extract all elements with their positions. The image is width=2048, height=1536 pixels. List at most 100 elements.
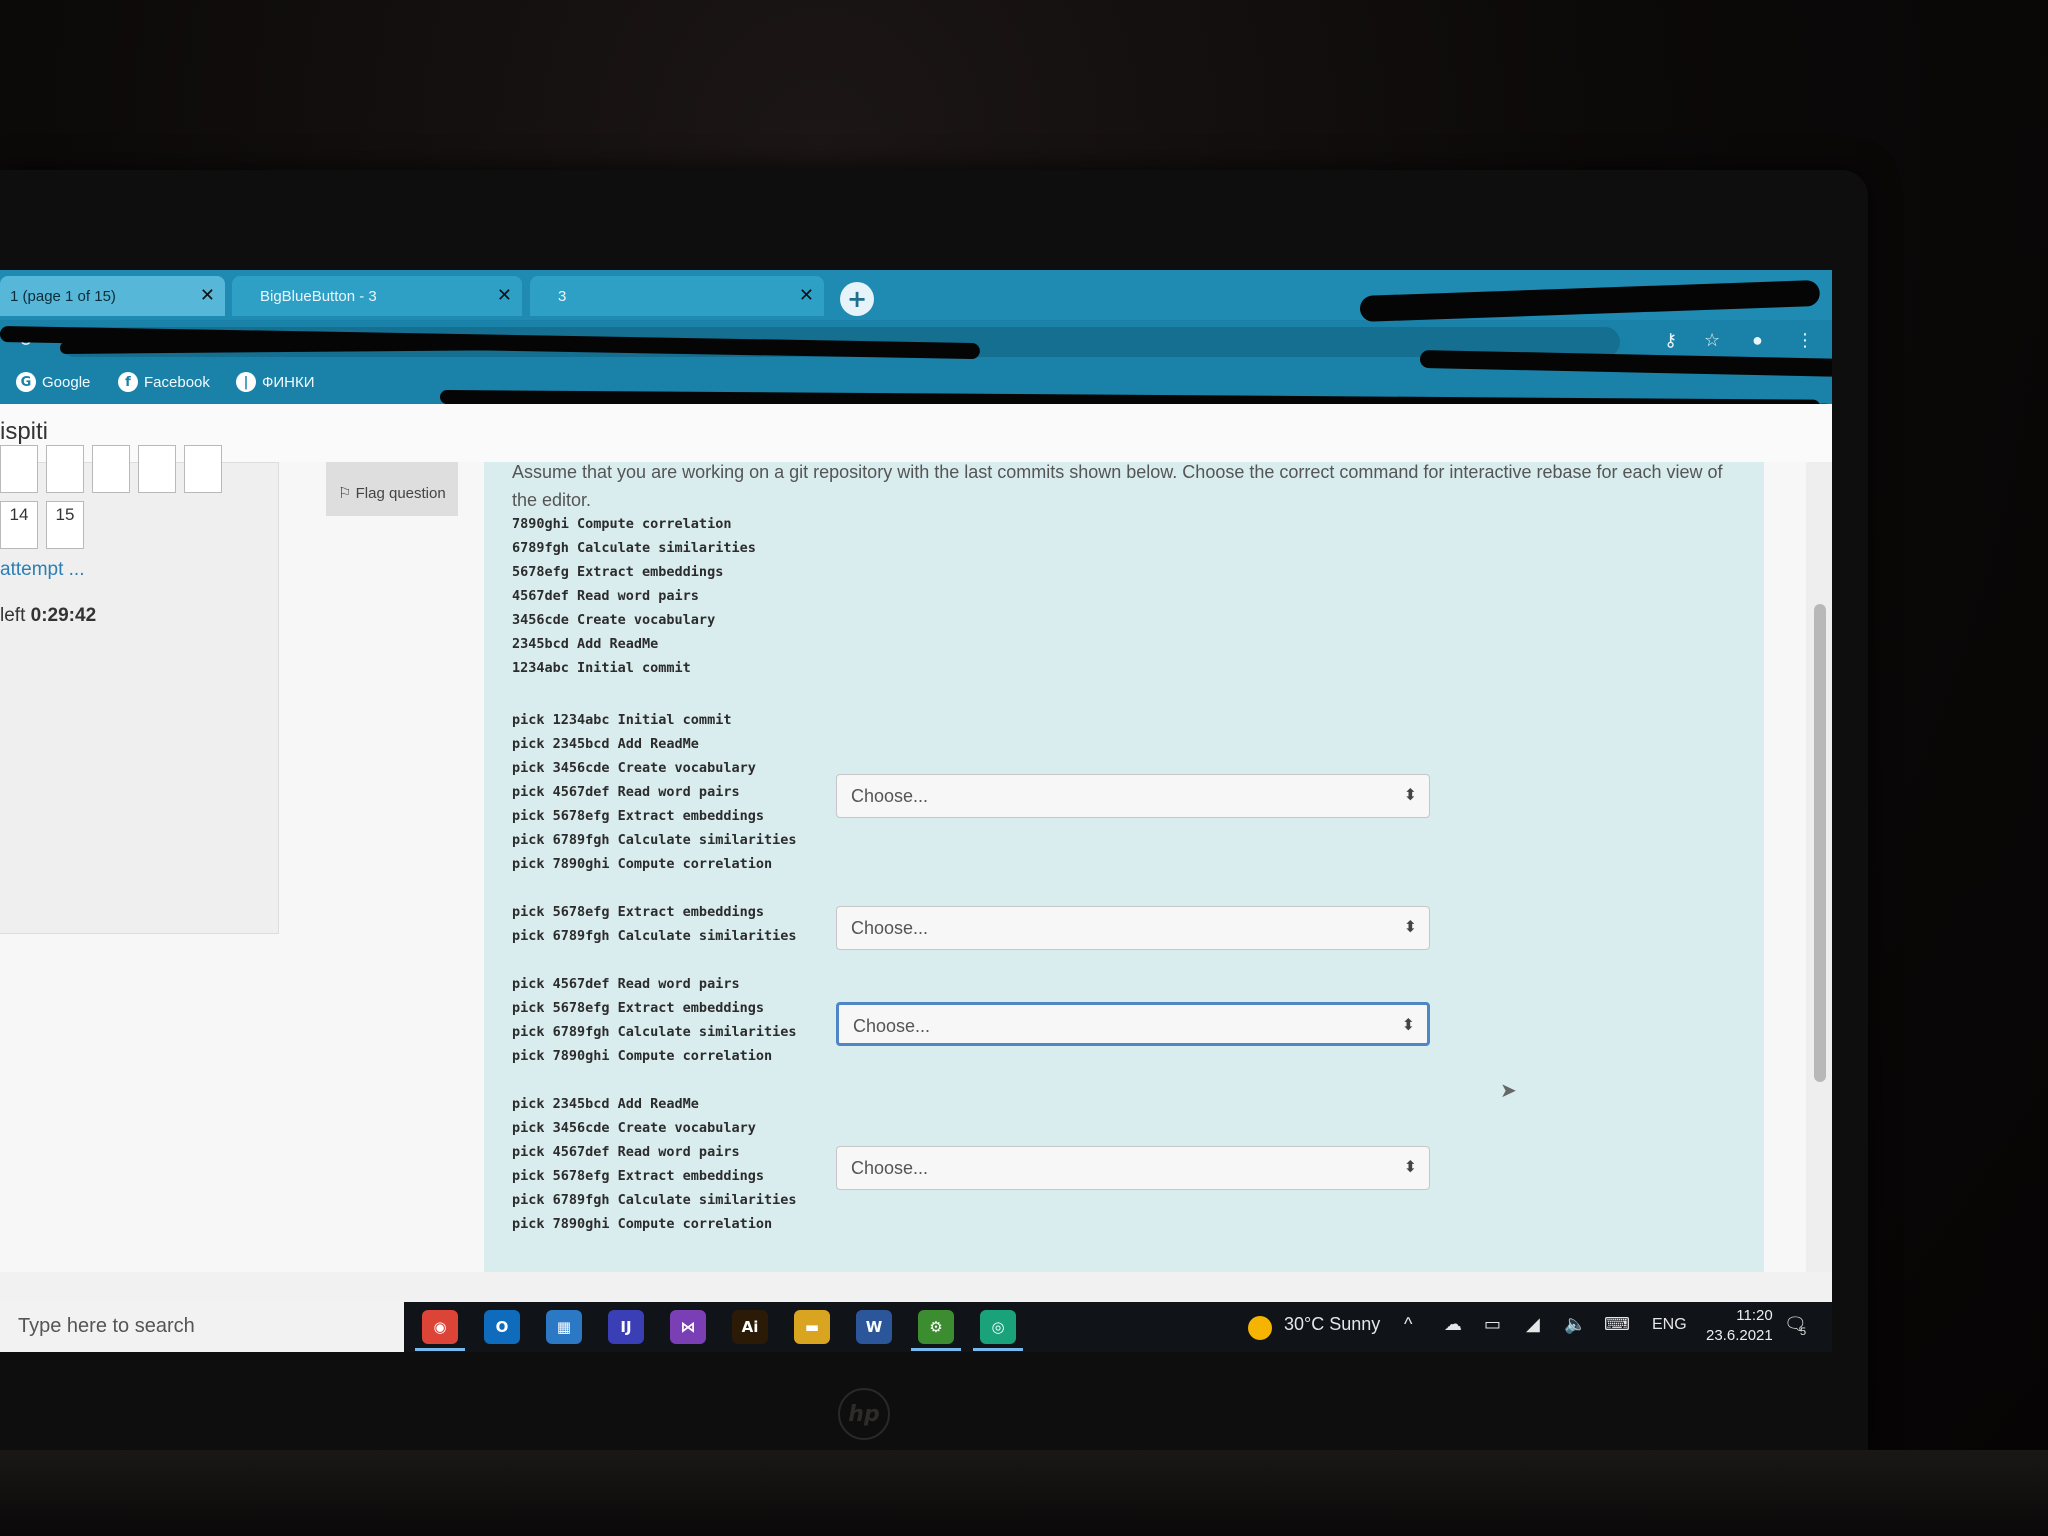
page-scrollbar[interactable] bbox=[1806, 462, 1832, 1272]
rebase-editor-line: pick 2345bcd Add ReadMe bbox=[512, 1096, 699, 1112]
weather-text[interactable]: 30°C Sunny bbox=[1284, 1314, 1380, 1335]
quiz-page: 14 15 attempt ... left 0:29:42 ⚐ Flag qu… bbox=[0, 445, 1832, 1272]
commit-log-line: 5678efg Extract embeddings bbox=[512, 564, 724, 580]
laptop-base bbox=[0, 1450, 2048, 1536]
site-title[interactable]: ispiti bbox=[0, 418, 48, 446]
rebase-command-select[interactable]: Choose... ⬍ bbox=[836, 1146, 1430, 1190]
keyboard-icon[interactable]: ⌨ bbox=[1604, 1314, 1630, 1335]
weather-sun-icon bbox=[1248, 1316, 1272, 1340]
question-box[interactable] bbox=[46, 445, 84, 493]
calendar-icon[interactable]: ▦ bbox=[546, 1310, 582, 1344]
question-box[interactable] bbox=[184, 445, 222, 493]
rebase-command-select[interactable]: Choose... ⬍ bbox=[836, 1002, 1430, 1046]
tab-label: 3 bbox=[558, 287, 567, 305]
rebase-editor-line: pick 7890ghi Compute correlation bbox=[512, 856, 773, 872]
question-box[interactable] bbox=[92, 445, 130, 493]
quiz-navigation: 14 15 attempt ... left 0:29:42 bbox=[0, 445, 279, 934]
rebase-editor-line: pick 7890ghi Compute correlation bbox=[512, 1048, 773, 1064]
close-icon[interactable]: ✕ bbox=[799, 285, 814, 306]
rebase-editor-line: pick 6789fgh Calculate similarities bbox=[512, 928, 797, 944]
mouse-cursor-icon: ➤ bbox=[1500, 1080, 1517, 1102]
bookmark-icon: | bbox=[236, 372, 256, 392]
tab-label: BigBlueButton - 3 bbox=[260, 287, 377, 305]
close-icon[interactable]: ✕ bbox=[497, 285, 512, 306]
rebase-editor-line: pick 4567def Read word pairs bbox=[512, 784, 740, 800]
android-studio-icon[interactable]: ⚙ bbox=[918, 1310, 954, 1344]
new-tab-button[interactable]: + bbox=[840, 282, 874, 316]
illustrator-icon[interactable]: Ai bbox=[732, 1310, 768, 1344]
timer-value: 0:29:42 bbox=[30, 605, 97, 626]
search-placeholder: Type here to search bbox=[18, 1315, 195, 1337]
rebase-editor-line: pick 6789fgh Calculate similarities bbox=[512, 832, 797, 848]
rebase-editor-line: pick 6789fgh Calculate similarities bbox=[512, 1024, 797, 1040]
rebase-editor-line: pick 1234abc Initial commit bbox=[512, 712, 732, 728]
windows-taskbar: Type here to search 30°C Sunny ^ ☁ ▭ ◢ 🔈… bbox=[0, 1302, 1832, 1352]
battery-icon[interactable]: ▭ bbox=[1484, 1314, 1501, 1335]
select-value: Choose... bbox=[851, 918, 929, 938]
chrome-alt-icon[interactable]: ◎ bbox=[980, 1310, 1016, 1344]
question-box[interactable] bbox=[0, 445, 38, 493]
select-arrows-icon: ⬍ bbox=[1403, 787, 1417, 804]
cloud-icon[interactable]: ☁ bbox=[1444, 1314, 1462, 1335]
tab-bigbluebutton[interactable]: BigBlueButton - 3 ✕ bbox=[232, 276, 522, 316]
rebase-editor-line: pick 5678efg Extract embeddings bbox=[512, 1168, 764, 1184]
clock-date: 23.6.2021 bbox=[1706, 1327, 1773, 1344]
question-text: Assume that you are working on a git rep… bbox=[512, 462, 1723, 510]
file-explorer-icon[interactable]: ▬ bbox=[794, 1310, 830, 1344]
taskbar-search[interactable]: Type here to search bbox=[0, 1302, 404, 1352]
flag-label: Flag question bbox=[355, 485, 446, 502]
flag-question-button[interactable]: ⚐ Flag question bbox=[338, 484, 446, 502]
scroll-thumb[interactable] bbox=[1814, 604, 1826, 1082]
bookmark-finki[interactable]: | ФИНКИ bbox=[236, 372, 315, 392]
select-value: Choose... bbox=[853, 1016, 931, 1036]
flag-icon: ⚐ bbox=[338, 485, 352, 502]
tab-quiz[interactable]: 1 (page 1 of 15) ✕ bbox=[0, 276, 225, 316]
rebase-editor-line: pick 3456cde Create vocabulary bbox=[512, 760, 756, 776]
site-header: ispiti bbox=[0, 404, 1832, 463]
chevron-up-icon[interactable]: ^ bbox=[1404, 1314, 1412, 1335]
close-icon[interactable]: ✕ bbox=[200, 285, 215, 306]
rebase-editor-line: pick 6789fgh Calculate similarities bbox=[512, 1192, 797, 1208]
wifi-icon[interactable]: ◢ bbox=[1526, 1314, 1540, 1335]
commit-log-line: 6789fgh Calculate similarities bbox=[512, 540, 756, 556]
bookmark-facebook[interactable]: f Facebook bbox=[118, 372, 210, 392]
tab-label: 1 (page 1 of 15) bbox=[10, 287, 116, 305]
bookmark-google[interactable]: G Google bbox=[16, 372, 90, 392]
key-icon[interactable]: ⚷ bbox=[1664, 330, 1677, 351]
commit-log-line: 2345bcd Add ReadMe bbox=[512, 636, 659, 652]
laptop-screen: 1 (page 1 of 15) ✕ BigBlueButton - 3 ✕ 3… bbox=[0, 270, 1832, 1352]
question-box[interactable] bbox=[138, 445, 176, 493]
volume-icon[interactable]: 🔈 bbox=[1564, 1314, 1586, 1335]
hp-logo-icon: hp bbox=[838, 1388, 890, 1440]
rebase-editor-line: pick 7890ghi Compute correlation bbox=[512, 1216, 773, 1232]
rebase-editor-line: pick 5678efg Extract embeddings bbox=[512, 808, 764, 824]
rebase-editor-line: pick 3456cde Create vocabulary bbox=[512, 1120, 756, 1136]
language-indicator[interactable]: ENG bbox=[1652, 1316, 1687, 1334]
word-icon[interactable]: W bbox=[856, 1310, 892, 1344]
rebase-command-select[interactable]: Choose... ⬍ bbox=[836, 906, 1430, 950]
tab-3[interactable]: 3 ✕ bbox=[530, 276, 824, 316]
intellij-icon[interactable]: IJ bbox=[608, 1310, 644, 1344]
rebase-editor-line: pick 4567def Read word pairs bbox=[512, 1144, 740, 1160]
profile-icon[interactable]: ● bbox=[1752, 330, 1763, 351]
finish-attempt-link[interactable]: attempt ... bbox=[0, 559, 84, 581]
chrome-icon[interactable]: ◉ bbox=[422, 1310, 458, 1344]
google-icon: G bbox=[16, 372, 36, 392]
question-box-15[interactable]: 15 bbox=[46, 501, 84, 549]
question-info: ⚐ Flag question bbox=[326, 462, 458, 516]
rebase-editor-line: pick 5678efg Extract embeddings bbox=[512, 904, 764, 920]
active-app-indicator bbox=[973, 1348, 1023, 1351]
select-arrows-icon: ⬍ bbox=[1403, 919, 1417, 936]
clock-time: 11:20 bbox=[1736, 1307, 1773, 1324]
commit-log-line: 7890ghi Compute correlation bbox=[512, 516, 732, 532]
bookmark-label: Google bbox=[42, 373, 91, 391]
commit-log-line: 1234abc Initial commit bbox=[512, 660, 691, 676]
question-box-14[interactable]: 14 bbox=[0, 501, 38, 549]
star-icon[interactable]: ☆ bbox=[1704, 330, 1720, 351]
visual-studio-icon[interactable]: ⋈ bbox=[670, 1310, 706, 1344]
menu-icon[interactable]: ⋮ bbox=[1796, 330, 1814, 351]
clock[interactable]: 11:20 23.6.2021 bbox=[1706, 1306, 1773, 1346]
outlook-icon[interactable]: O bbox=[484, 1310, 520, 1344]
rebase-command-select[interactable]: Choose... ⬍ bbox=[836, 774, 1430, 818]
select-value: Choose... bbox=[851, 786, 929, 806]
